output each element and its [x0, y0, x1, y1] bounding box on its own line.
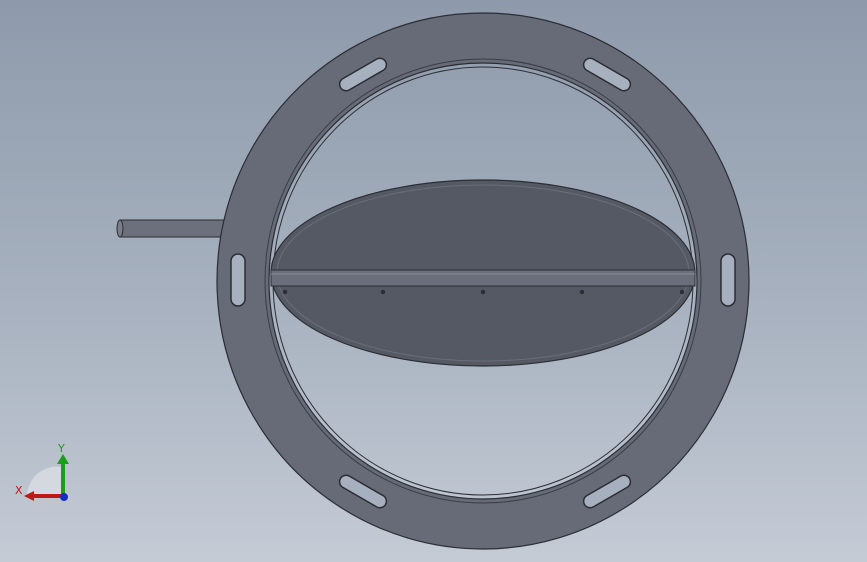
slot-right	[720, 253, 736, 307]
slot-left	[230, 253, 246, 307]
y-axis-label: Y	[57, 442, 65, 455]
valve-shaft[interactable]	[116, 219, 229, 238]
graphics-viewport[interactable]: Y X	[0, 0, 867, 562]
x-axis-label: X	[15, 484, 23, 497]
coordinate-triad: Y X	[15, 442, 69, 501]
disc-shaft-bar[interactable]	[270, 269, 696, 287]
butterfly-valve-model[interactable]	[0, 0, 867, 562]
